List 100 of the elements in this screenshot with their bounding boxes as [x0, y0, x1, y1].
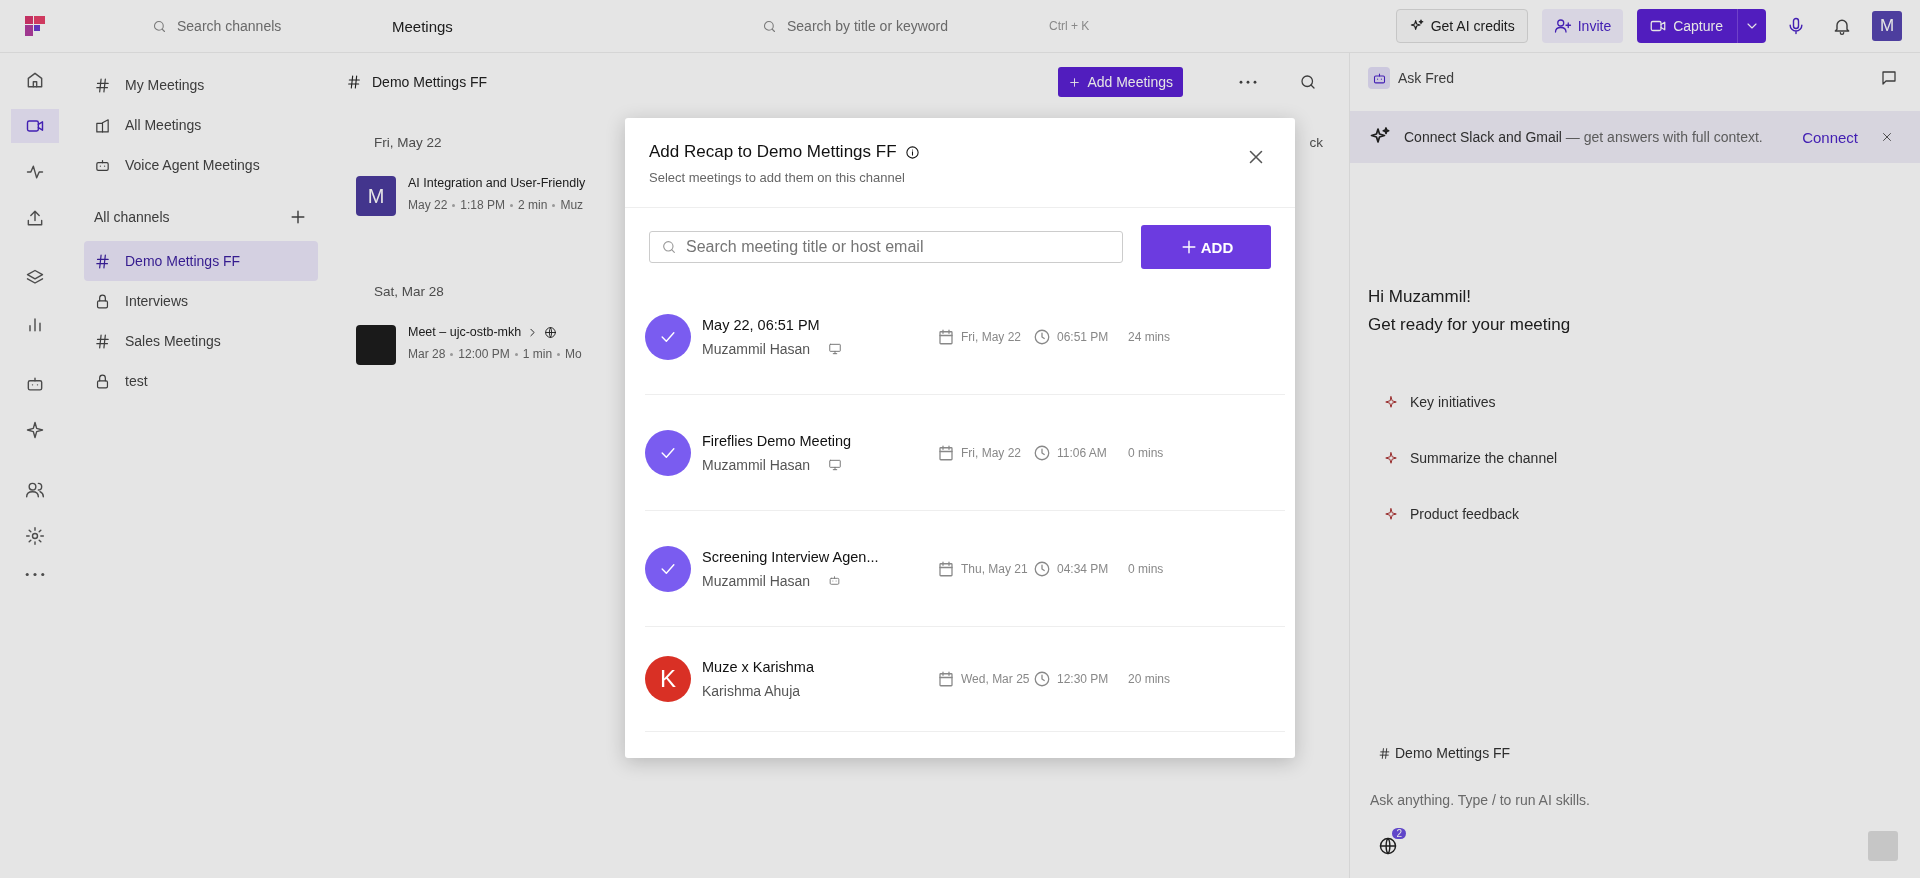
host-name: Muzammil Hasan: [702, 456, 811, 473]
separator-dot: [510, 203, 514, 207]
lock-icon: [94, 292, 111, 310]
clock-icon: [1033, 670, 1051, 688]
people-icon: [25, 480, 45, 500]
meeting-date: Thu, May 21: [961, 561, 1028, 576]
get-credits-button[interactable]: Get AI credits: [1395, 9, 1528, 43]
meeting-meta: 2 min: [518, 198, 548, 212]
meeting-time: 04:34 PM: [1057, 561, 1109, 576]
page-title: Meetings: [392, 17, 454, 35]
nav-item[interactable]: Voice Agent Meetings: [84, 145, 318, 185]
search-icon: [762, 18, 777, 34]
banner-text: Connect Slack and Gmail — get answers with full context.: [1404, 128, 1764, 147]
host-name: Karishma Ahuja: [702, 683, 801, 699]
photo-placeholder: [356, 325, 396, 365]
robot-icon: [828, 574, 842, 587]
meeting-avatar: M: [356, 176, 396, 216]
upload-icon: [25, 208, 45, 228]
close-icon: [1880, 130, 1894, 144]
search-icon: [1299, 73, 1317, 91]
meeting-meta: Mar 28: [408, 347, 446, 361]
group-action-text: ck: [1309, 135, 1323, 150]
meeting-meta: May 22: [408, 198, 448, 212]
selected-checkbox[interactable]: [645, 313, 691, 360]
meeting-duration: 20 mins: [1128, 672, 1171, 686]
add-user-icon: [1553, 17, 1572, 35]
add-meetings-button[interactable]: Add Meetings: [1058, 67, 1183, 97]
sparkle-icon: [25, 420, 45, 440]
host-avatar[interactable]: K: [645, 656, 691, 702]
nav-item[interactable]: My Meetings: [84, 65, 318, 105]
meeting-date: Fri, May 22: [961, 329, 1021, 344]
meeting-title: Fireflies Demo Meeting: [702, 432, 853, 449]
calendar-icon: [937, 327, 955, 346]
add-button[interactable]: ADD: [1141, 225, 1271, 269]
suggestion-item[interactable]: Product feedback: [1378, 491, 1898, 537]
invite-button[interactable]: Invite: [1541, 9, 1624, 43]
meeting-meta: Mo: [565, 347, 582, 361]
meeting-time: 12:30 PM: [1057, 672, 1109, 686]
channel-item[interactable]: test: [84, 361, 318, 401]
shortcut-hint: Ctrl + K: [1049, 19, 1090, 33]
greeting-text: Hi Muzammil!: [1368, 286, 1472, 308]
clock-icon: [1033, 443, 1051, 462]
date-heading: Sat, Mar 28: [374, 284, 444, 299]
plus-icon: [1068, 75, 1082, 89]
meeting-meta: 1:18 PM: [460, 198, 506, 212]
meeting-title[interactable]: Meet – ujc-ostb-mkh: [408, 325, 522, 339]
channel-chip[interactable]: Demo Mettings FF: [1368, 745, 1898, 761]
user-avatar[interactable]: M: [1872, 11, 1902, 41]
meeting-meta: 12:00 PM: [458, 347, 510, 361]
globe-icon[interactable]: [1378, 836, 1398, 856]
hash-icon: [346, 74, 362, 90]
meeting-search-field[interactable]: Search meeting title or host email: [649, 231, 1123, 263]
capture-button[interactable]: Capture: [1637, 9, 1766, 43]
meeting-time: 11:06 AM: [1057, 445, 1107, 460]
search-icon: [152, 18, 167, 34]
more-icon: [1239, 79, 1257, 85]
lock-icon: [94, 372, 111, 390]
hash-icon: [94, 332, 111, 350]
channel-item[interactable]: Sales Meetings: [84, 321, 318, 361]
connect-link[interactable]: Connect: [1796, 127, 1864, 147]
channel-title: Demo Mettings FF: [372, 74, 488, 90]
activity-icon: [25, 162, 45, 182]
calendar-icon: [937, 443, 955, 462]
search-icon: [661, 239, 677, 255]
suggestion-item[interactable]: Summarize the channel: [1378, 435, 1898, 481]
greeting-subtitle: Get ready for your meeting: [1368, 314, 1572, 336]
meeting-title: Muze x Karishma: [702, 659, 815, 675]
selected-checkbox[interactable]: [645, 429, 691, 476]
channel-item[interactable]: Interviews: [84, 281, 318, 321]
home-icon: [25, 70, 45, 90]
dialog-title: Add Recap to Demo Mettings FF: [649, 142, 897, 162]
settings-icon: [25, 526, 45, 546]
chat-icon[interactable]: [1880, 69, 1898, 87]
building-icon: [94, 116, 111, 134]
monitor-icon: [828, 341, 843, 356]
more-icon: [25, 572, 45, 577]
suggestion-item[interactable]: Key initiatives: [1378, 379, 1898, 425]
meeting-time: 06:51 PM: [1057, 329, 1109, 344]
meeting-duration: 0 mins: [1128, 561, 1164, 576]
meeting-duration: 24 mins: [1128, 329, 1171, 344]
ask-input-field[interactable]: Ask anything. Type / to run AI skills.: [1368, 791, 1902, 809]
meeting-title[interactable]: AI Integration and User-Friendly: [408, 176, 586, 190]
nav-item[interactable]: All Meetings: [84, 105, 318, 145]
rail-nav-button[interactable]: [11, 109, 59, 143]
global-search-field[interactable]: Search by title or keyword: [785, 17, 1049, 35]
channel-search-field[interactable]: Search channels: [175, 17, 379, 35]
date-heading: Fri, May 22: [374, 135, 442, 150]
dialog-subtitle: Select meetings to add them on this channel: [649, 170, 906, 185]
section-heading: All channels: [94, 209, 170, 225]
separator-dot: [514, 352, 518, 356]
count-badge: 2: [1392, 828, 1406, 839]
hash-icon: [1378, 746, 1391, 760]
app-logo[interactable]: [25, 16, 45, 36]
selected-checkbox[interactable]: [645, 545, 691, 592]
hash-icon: [94, 252, 111, 270]
clock-icon: [1033, 327, 1051, 346]
meeting-date: Fri, May 22: [961, 445, 1021, 460]
clock-icon: [1033, 559, 1051, 578]
separator-dot: [450, 352, 454, 356]
channel-item[interactable]: Demo Mettings FF: [84, 241, 318, 281]
